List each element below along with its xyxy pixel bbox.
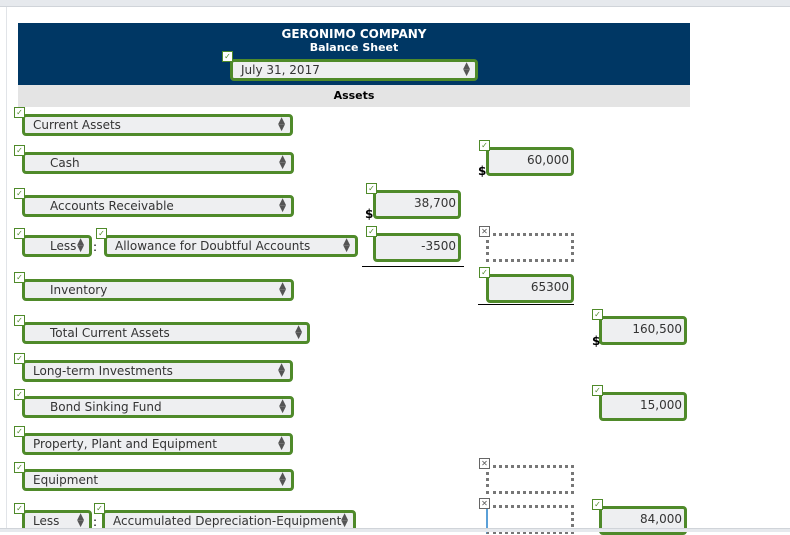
correct-check-icon: ✓ (366, 183, 377, 194)
correct-check-icon: ✓ (14, 228, 25, 239)
browser-top-bar (0, 0, 790, 7)
correct-check-icon: ✓ (14, 315, 25, 326)
correct-check-icon: ✓ (14, 107, 25, 118)
separator: : (93, 515, 98, 529)
correct-check-icon: ✓ (366, 226, 377, 237)
select-arrows-icon: ▲ ▼ (279, 154, 286, 171)
select-value: Allowance for Doubtful Accounts (115, 239, 311, 253)
cash-select[interactable]: Cash ▲ ▼ (22, 152, 294, 174)
select-value: Property, Plant and Equipment (33, 437, 217, 451)
bond-sinking-fund-select[interactable]: Bond Sinking Fund ▲ ▼ (22, 396, 294, 418)
select-arrows-icon: ▲ ▼ (279, 197, 286, 214)
select-value: Equipment (33, 473, 99, 487)
select-arrows-icon: ▲ ▼ (463, 61, 470, 78)
allowance-select[interactable]: Allowance for Doubtful Accounts ▲ ▼ (104, 235, 358, 257)
select-arrows-icon: ▲ ▼ (77, 237, 84, 254)
accounts-receivable-amount-input[interactable]: 38,700 (373, 190, 461, 219)
correct-check-icon: ✓ (479, 267, 490, 278)
long-term-investments-select[interactable]: Long-term Investments ▲ ▼ (22, 360, 293, 382)
incorrect-x-icon: ✕ (479, 458, 490, 469)
correct-check-icon: ✓ (96, 228, 107, 239)
accounts-receivable-select[interactable]: Accounts Receivable ▲ ▼ (22, 195, 294, 217)
correct-check-icon: ✓ (14, 353, 25, 364)
less-select[interactable]: Less ▲ ▼ (22, 235, 92, 257)
select-value: Long-term Investments (33, 364, 173, 378)
correct-check-icon: ✓ (14, 426, 25, 437)
inventory-select[interactable]: Inventory ▲ ▼ (22, 279, 294, 301)
select-value: Less (33, 514, 60, 528)
select-arrows-icon: ▲ ▼ (279, 398, 286, 415)
select-arrows-icon: ▲ ▼ (279, 471, 286, 488)
section-title: Assets (333, 89, 375, 102)
incorrect-x-icon: ✕ (479, 498, 490, 509)
select-arrows-icon: ▲ ▼ (77, 512, 84, 529)
correct-check-icon: ✓ (592, 309, 603, 320)
correct-check-icon: ✓ (479, 140, 490, 151)
correct-check-icon: ✓ (592, 385, 603, 396)
ppe-select[interactable]: Property, Plant and Equipment ▲ ▼ (22, 433, 293, 455)
select-value: Inventory (50, 283, 108, 297)
statement-title: Balance Sheet (309, 41, 399, 54)
date-select-value: July 31, 2017 (241, 63, 320, 77)
select-value: Bond Sinking Fund (50, 400, 162, 414)
select-value: Accumulated Depreciation-Equipment (113, 514, 342, 528)
select-value: Current Assets (33, 118, 121, 132)
current-assets-select[interactable]: Current Assets ▲ ▼ (22, 114, 293, 136)
correct-check-icon: ✓ (14, 145, 25, 156)
equipment-select[interactable]: Equipment ▲ ▼ (22, 469, 294, 491)
incorrect-x-icon: ✕ (479, 226, 490, 237)
correct-check-icon: ✓ (592, 499, 603, 510)
correct-check-icon: ✓ (14, 503, 25, 514)
company-name: GERONIMO COMPANY (281, 27, 427, 41)
select-arrows-icon: ▲ ▼ (343, 237, 350, 254)
inventory-amount-input[interactable]: 65300 (486, 274, 574, 303)
subtotal-underline (478, 304, 574, 305)
select-value: Less (50, 239, 77, 253)
correct-check-icon: ✓ (14, 389, 25, 400)
correct-check-icon: ✓ (14, 462, 25, 473)
left-border (6, 7, 7, 531)
date-select[interactable]: July 31, 2017 ▲ ▼ (230, 59, 478, 81)
subtotal-underline (362, 266, 464, 267)
correct-check-icon: ✓ (14, 188, 25, 199)
select-value: Cash (50, 156, 80, 170)
select-arrows-icon: ▲ ▼ (279, 281, 286, 298)
select-arrows-icon: ▲ ▼ (278, 362, 285, 379)
correct-check-icon: ✓ (14, 272, 25, 283)
section-bar: Assets (18, 85, 690, 107)
select-value: Total Current Assets (50, 326, 170, 340)
net-receivable-input[interactable] (486, 233, 574, 262)
total-current-assets-select[interactable]: Total Current Assets ▲ ▼ (22, 322, 310, 344)
allowance-amount-input[interactable]: -3500 (373, 233, 461, 262)
total-current-assets-amount-input[interactable]: 160,500 (599, 316, 687, 345)
bottom-bar (0, 528, 790, 532)
select-arrows-icon: ▲ ▼ (341, 512, 348, 529)
correct-check-icon: ✓ (222, 51, 233, 62)
separator: : (93, 240, 98, 254)
equipment-amount-input[interactable] (486, 465, 574, 494)
cash-amount-input[interactable]: 60,000 (486, 147, 574, 176)
select-arrows-icon: ▲ ▼ (278, 435, 285, 452)
bond-sinking-fund-amount-input[interactable]: 15,000 (599, 392, 687, 421)
select-arrows-icon: ▲ ▼ (278, 116, 285, 133)
select-value: Accounts Receivable (50, 199, 174, 213)
correct-check-icon: ✓ (94, 503, 105, 514)
select-arrows-icon: ▲ ▼ (295, 324, 302, 341)
